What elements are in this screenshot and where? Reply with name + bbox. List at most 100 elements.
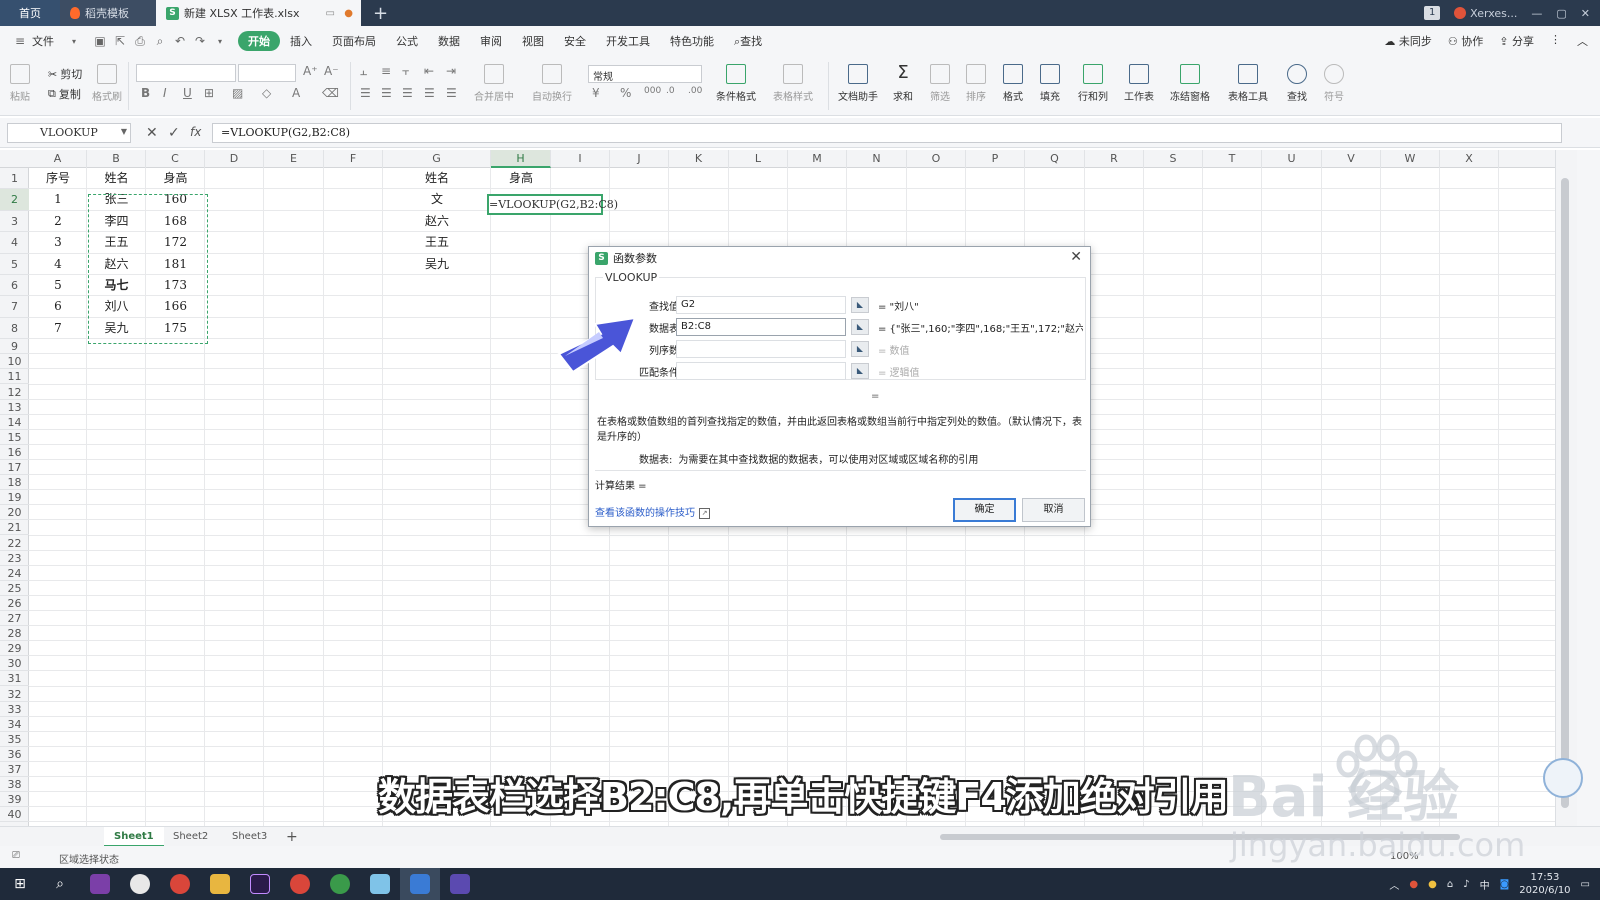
row-header-26[interactable]: 26 <box>0 596 29 611</box>
collapse-range-icon[interactable]: ◣ <box>851 341 869 357</box>
column-header-g[interactable]: G <box>383 150 491 168</box>
align-right-icon[interactable]: ☰ <box>402 86 413 100</box>
row-header-33[interactable]: 33 <box>0 702 29 717</box>
row-header-15[interactable]: 15 <box>0 430 29 445</box>
percent-icon[interactable]: % <box>620 86 631 100</box>
table-cell[interactable]: 5 <box>29 275 87 296</box>
row-header-38[interactable]: 38 <box>0 777 29 793</box>
table-tools-button[interactable]: 表格工具 <box>1228 64 1268 103</box>
row-header-21[interactable]: 21 <box>0 520 29 536</box>
table-header-cell[interactable]: 序号 <box>29 168 87 189</box>
column-header-n[interactable]: N <box>847 150 907 168</box>
align-top-icon[interactable]: ⫠ <box>360 64 367 79</box>
row-header-1[interactable]: 1 <box>0 168 29 190</box>
col-index-input[interactable] <box>676 340 846 358</box>
sheet-tab-3[interactable]: Sheet3 <box>222 827 277 847</box>
share-button[interactable]: ⇪ 分享 <box>1499 33 1534 49</box>
row-header-27[interactable]: 27 <box>0 611 29 627</box>
column-header-q[interactable]: Q <box>1025 150 1085 168</box>
collapse-range-icon[interactable]: ◣ <box>851 363 869 379</box>
row-header-36[interactable]: 36 <box>0 747 29 762</box>
underline-icon[interactable]: U <box>183 86 192 100</box>
column-header-h[interactable]: H <box>491 150 551 168</box>
row-header-28[interactable]: 28 <box>0 626 29 642</box>
row-header-6[interactable]: 6 <box>0 275 29 297</box>
minimize-icon[interactable]: — <box>1531 7 1542 20</box>
fill-button[interactable]: 填充 <box>1040 64 1060 103</box>
row-header-5[interactable]: 5 <box>0 254 29 275</box>
row-header-29[interactable]: 29 <box>0 641 29 657</box>
sort-button[interactable]: 排序 <box>966 64 986 103</box>
row-header-39[interactable]: 39 <box>0 792 29 808</box>
column-header-p[interactable]: P <box>966 150 1025 168</box>
row-header-22[interactable]: 22 <box>0 536 29 551</box>
wps-app-icon[interactable] <box>400 868 440 900</box>
freeze-panes-button[interactable]: 冻结窗格 <box>1170 64 1210 103</box>
menu-review[interactable]: 审阅 <box>470 33 512 49</box>
decimal-increase-icon[interactable]: .0 <box>666 86 675 96</box>
row-header-24[interactable]: 24 <box>0 566 29 581</box>
thousands-icon[interactable]: 000 <box>644 86 661 96</box>
row-header-19[interactable]: 19 <box>0 490 29 506</box>
undo-icon[interactable]: ↶ <box>170 34 190 48</box>
row-header-30[interactable]: 30 <box>0 656 29 672</box>
network-icon[interactable]: ⌂ <box>1447 879 1453 890</box>
column-header-k[interactable]: K <box>669 150 729 168</box>
add-sheet-button[interactable]: + <box>276 827 308 847</box>
sync-status[interactable]: ☁ 未同步 <box>1384 33 1432 49</box>
align-left-icon[interactable]: ☰ <box>360 86 371 100</box>
align-middle-icon[interactable]: ≡ <box>381 64 391 78</box>
app-icon-circle[interactable] <box>120 868 160 900</box>
row-header-14[interactable]: 14 <box>0 415 29 430</box>
chrome-icon[interactable] <box>160 868 200 900</box>
doc-helper-button[interactable]: 文档助手 <box>838 64 878 103</box>
premiere-icon[interactable] <box>240 868 280 900</box>
menu-formula[interactable]: 公式 <box>386 33 428 49</box>
column-header-i[interactable]: I <box>551 150 610 168</box>
row-header-2[interactable]: 2 <box>0 189 29 211</box>
align-center-icon[interactable]: ☰ <box>381 86 392 100</box>
print-icon[interactable]: ⎙ <box>130 34 150 49</box>
notification-icon[interactable]: ▭ <box>1581 879 1590 890</box>
menu-search[interactable]: ⌕查找 <box>724 33 772 49</box>
insert-function-icon[interactable]: fx <box>190 125 201 139</box>
ime-indicator[interactable]: 中 <box>1480 877 1490 892</box>
bold-icon[interactable]: B <box>141 86 150 100</box>
row-header-16[interactable]: 16 <box>0 445 29 460</box>
row-header-7[interactable]: 7 <box>0 296 29 318</box>
redo-icon[interactable]: ↷ <box>190 34 210 48</box>
collapse-ribbon-icon[interactable]: ︿ <box>1577 33 1588 49</box>
tray-app-icon[interactable]: ● <box>1409 879 1418 890</box>
table-cell[interactable]: 2 <box>29 211 87 232</box>
column-header-c[interactable]: C <box>146 150 205 168</box>
menu-insert[interactable]: 插入 <box>280 33 322 49</box>
column-header-a[interactable]: A <box>29 150 87 168</box>
conditional-format-button[interactable]: 条件格式 <box>716 64 756 103</box>
close-icon[interactable]: ✕ <box>1070 249 1082 265</box>
chrome-icon-2[interactable] <box>280 868 320 900</box>
justify-icon[interactable]: ☰ <box>424 86 435 100</box>
hamburger-icon[interactable]: ≡ <box>10 34 30 48</box>
table-cell[interactable]: 6 <box>29 296 87 317</box>
row-header-35[interactable]: 35 <box>0 732 29 747</box>
column-header-x[interactable]: X <box>1440 150 1499 168</box>
tray-chevron-icon[interactable]: ︿ <box>1389 877 1399 892</box>
autosum-button[interactable]: Σ 求和 <box>893 64 913 104</box>
pin-icon[interactable]: ▭ <box>326 8 335 19</box>
export-icon[interactable]: ⇱ <box>110 34 130 48</box>
row-header-11[interactable]: 11 <box>0 369 29 385</box>
file-explorer-icon[interactable] <box>200 868 240 900</box>
row-header-34[interactable]: 34 <box>0 717 29 732</box>
row-header-37[interactable]: 37 <box>0 762 29 778</box>
tray-q-icon[interactable]: ◙ <box>1500 879 1510 890</box>
column-header-f[interactable]: F <box>324 150 383 168</box>
row-header-20[interactable]: 20 <box>0 505 29 521</box>
row-header-17[interactable]: 17 <box>0 460 29 476</box>
cancel-button[interactable]: 取消 <box>1022 498 1085 522</box>
column-header-w[interactable]: W <box>1381 150 1440 168</box>
table-header-cell[interactable]: 身高 <box>146 168 205 189</box>
more-options-icon[interactable]: ⋮ <box>1550 33 1561 49</box>
name-box[interactable]: VLOOKUP ▼ <box>7 123 131 143</box>
format-button[interactable]: 格式 <box>1003 64 1023 103</box>
column-header-o[interactable]: O <box>907 150 966 168</box>
